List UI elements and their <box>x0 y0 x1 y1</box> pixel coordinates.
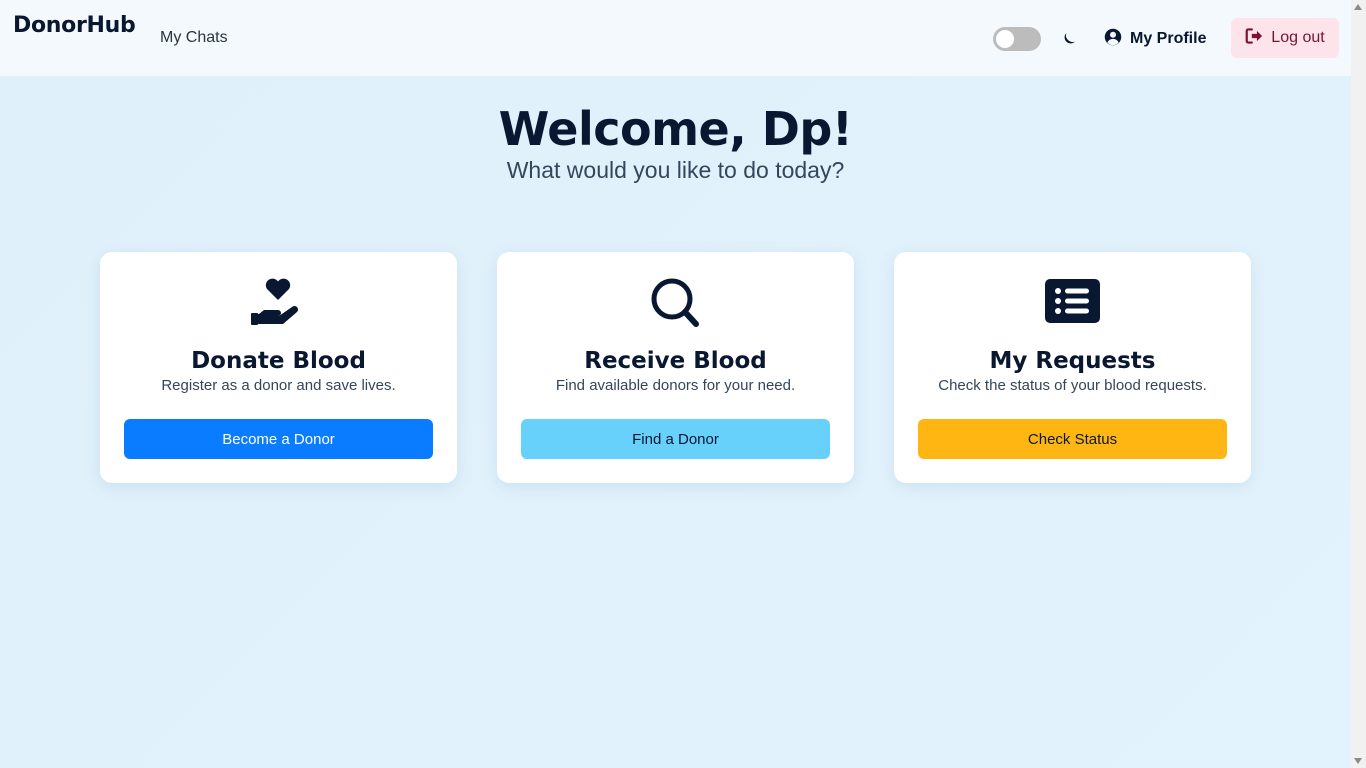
navbar: DonorHub My Chats My Profile Log out <box>0 0 1351 76</box>
page-scrollbar[interactable] <box>1351 0 1366 768</box>
sign-out-icon <box>1245 27 1263 49</box>
card-title: Donate Blood <box>191 348 366 374</box>
my-profile-button[interactable]: My Profile <box>1104 28 1206 50</box>
find-donor-button[interactable]: Find a Donor <box>521 419 830 459</box>
brand-logo[interactable]: DonorHub <box>13 13 136 38</box>
become-donor-button[interactable]: Become a Donor <box>124 419 433 459</box>
scroll-up-arrow-icon[interactable] <box>1354 4 1362 10</box>
app-viewport: DonorHub My Chats My Profile Log out Wel… <box>0 0 1351 768</box>
toggle-knob <box>996 30 1014 48</box>
theme-toggle[interactable] <box>993 27 1041 51</box>
moon-icon[interactable] <box>1060 30 1078 48</box>
nav-link-my-chats[interactable]: My Chats <box>160 29 228 47</box>
user-circle-icon <box>1104 28 1122 51</box>
logout-label: Log out <box>1271 29 1325 46</box>
check-status-button[interactable]: Check Status <box>918 419 1227 459</box>
my-profile-label: My Profile <box>1130 30 1207 47</box>
card-description: Check the status of your blood requests. <box>938 377 1207 394</box>
hand-holding-heart-icon <box>250 276 307 328</box>
card-title: Receive Blood <box>584 348 767 374</box>
logout-button[interactable]: Log out <box>1231 18 1339 58</box>
receive-blood-card: Receive Blood Find available donors for … <box>497 252 854 483</box>
search-icon <box>647 276 704 328</box>
welcome-title: Welcome, Dp! <box>498 102 853 156</box>
donate-blood-card: Donate Blood Register as a donor and sav… <box>100 252 457 483</box>
card-description: Register as a donor and save lives. <box>161 377 396 394</box>
card-title: My Requests <box>989 348 1156 374</box>
card-description: Find available donors for your need. <box>555 377 796 394</box>
my-requests-card: My Requests Check the status of your blo… <box>894 252 1251 483</box>
welcome-subtitle: What would you like to do today? <box>506 157 845 183</box>
list-icon <box>1044 276 1101 328</box>
scroll-down-arrow-icon[interactable] <box>1354 758 1362 764</box>
